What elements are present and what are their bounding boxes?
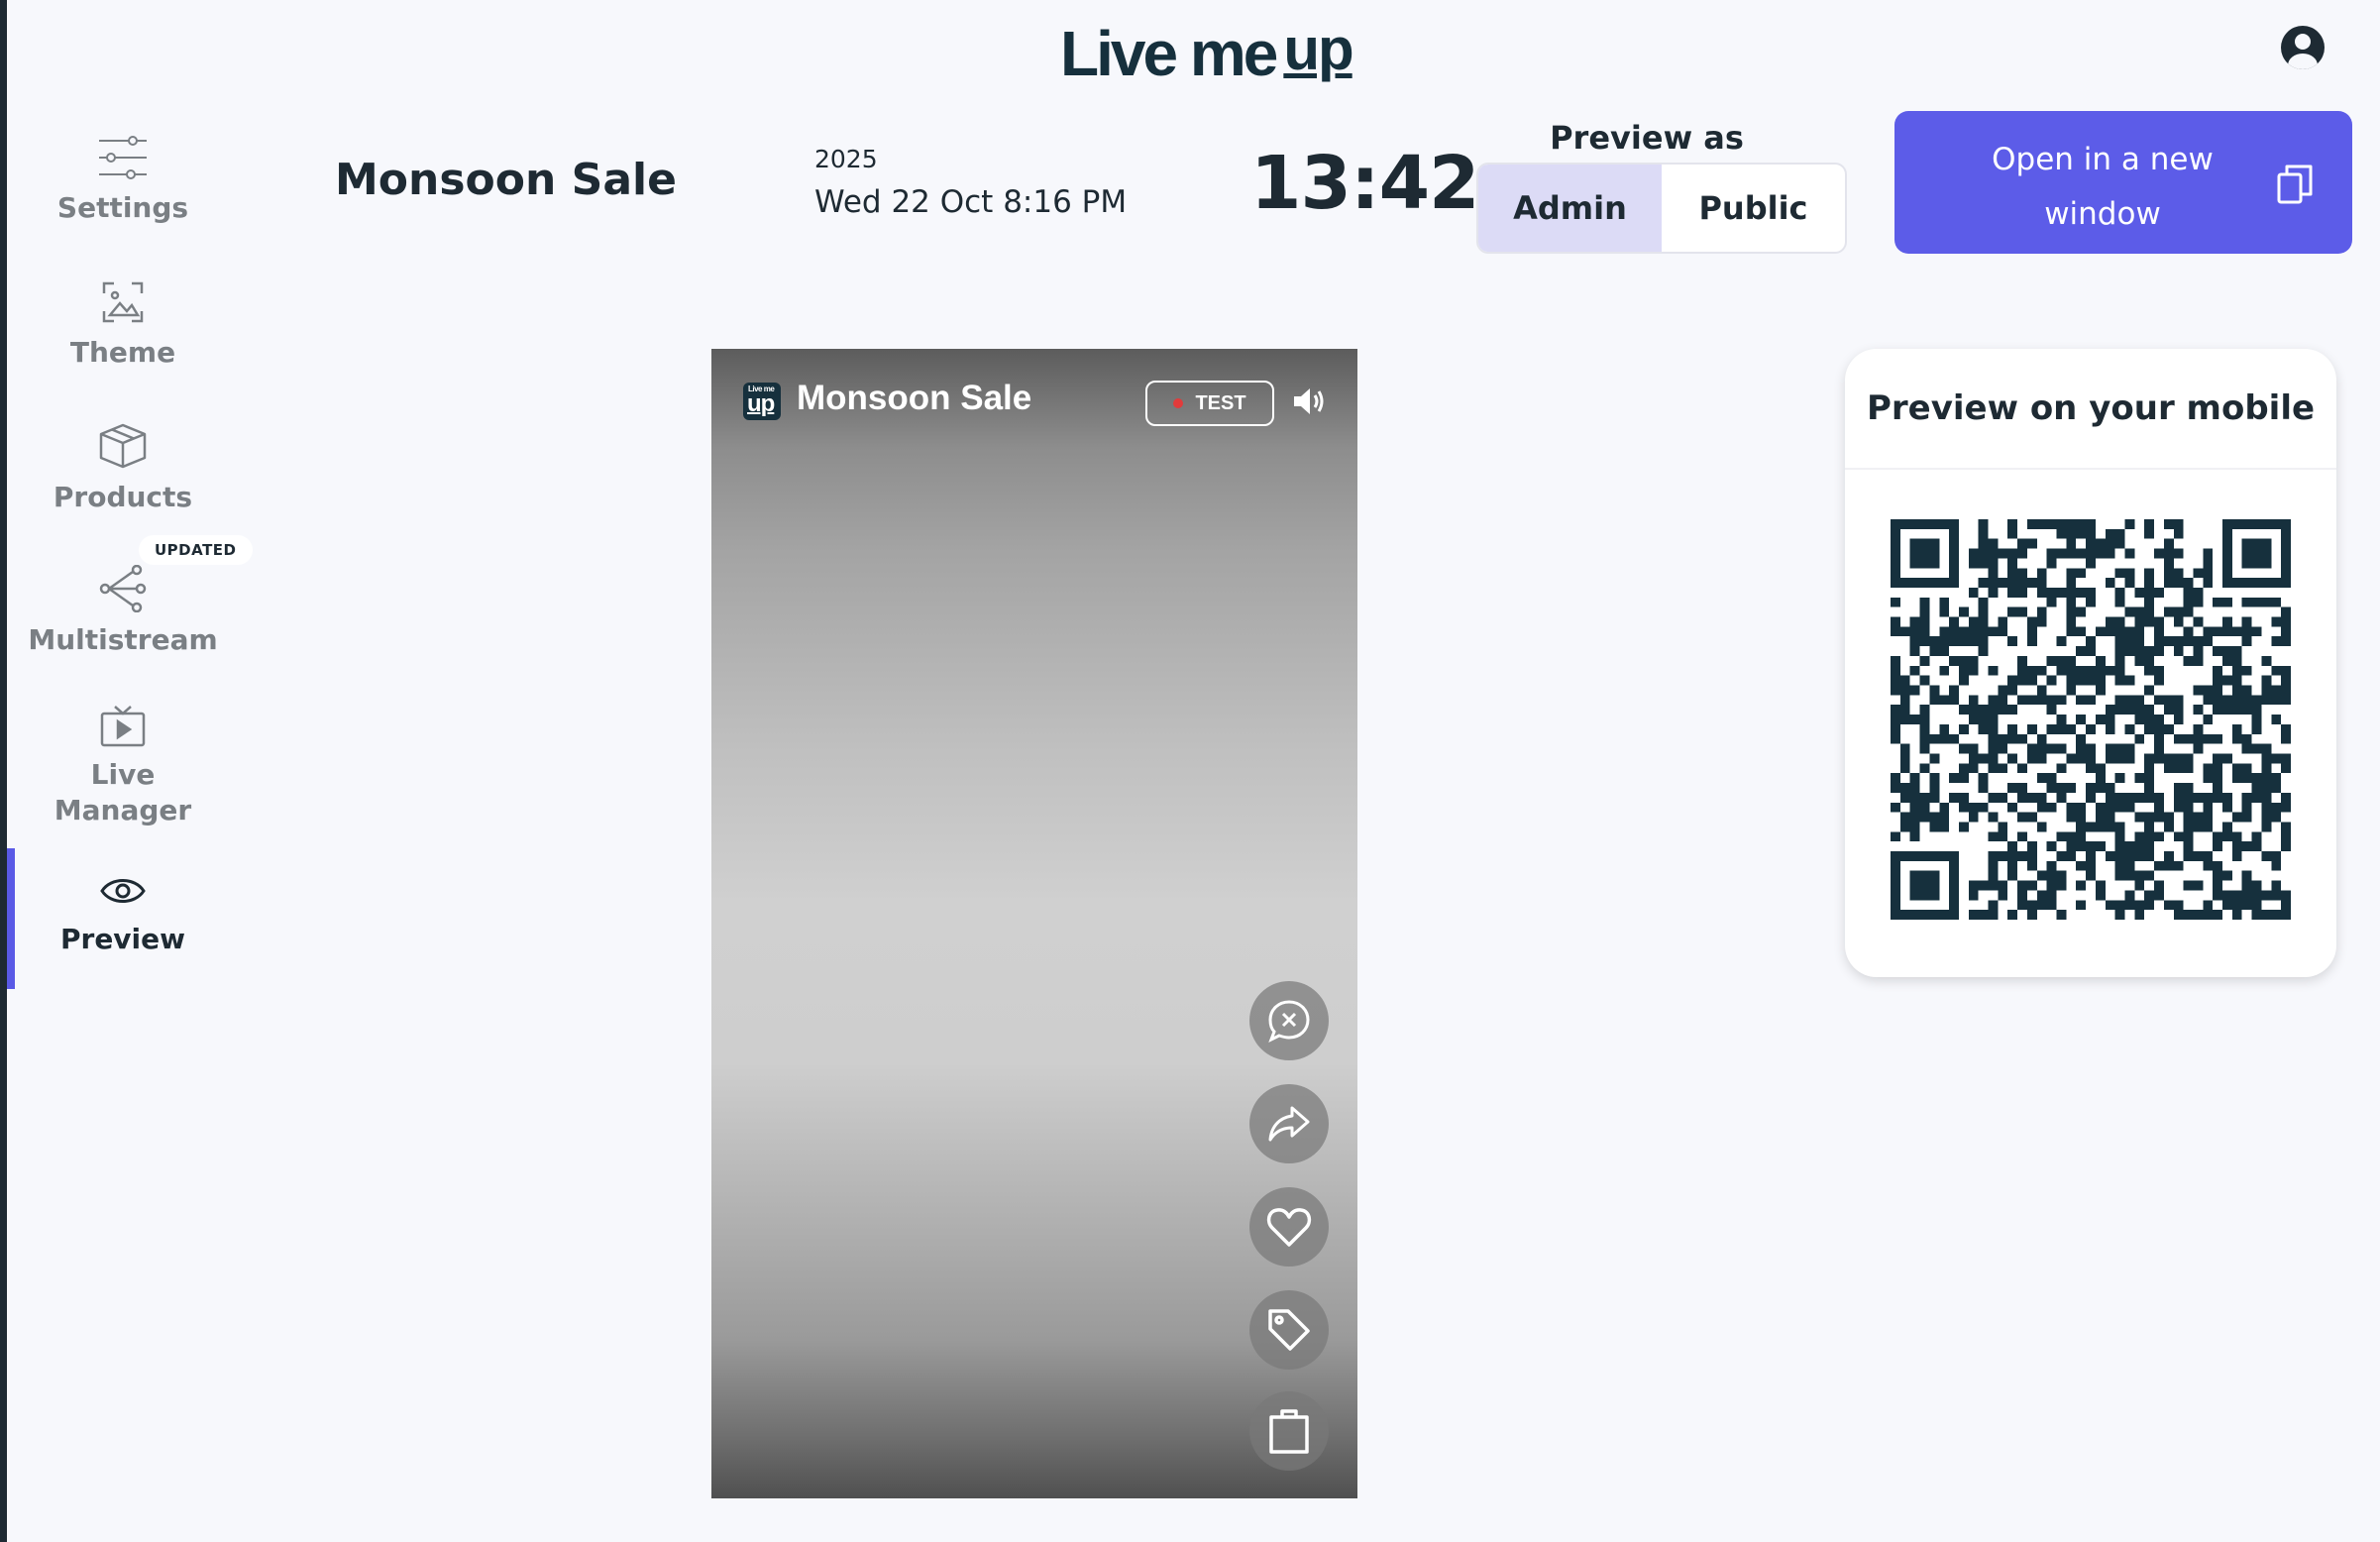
share-icon bbox=[1268, 1106, 1310, 1142]
open-new-window-line2: window bbox=[2044, 196, 2161, 232]
close-chat-icon bbox=[1268, 1000, 1310, 1044]
sliders-icon bbox=[99, 136, 147, 179]
logo-up: up bbox=[1283, 16, 1353, 82]
event-date: Wed 22 Oct 8:16 PM bbox=[814, 184, 1128, 220]
open-new-window-button[interactable]: Open in a new window bbox=[1894, 111, 2352, 254]
phone-preview: Live me up Monsoon Sale TEST bbox=[711, 349, 1357, 1498]
account-icon-head bbox=[2295, 34, 2311, 50]
volume-icon[interactable] bbox=[1292, 386, 1326, 416]
sidebar-item-theme[interactable]: Theme bbox=[0, 279, 246, 371]
heart-icon bbox=[1266, 1208, 1312, 1247]
share-nodes-icon bbox=[99, 565, 147, 612]
event-title: Monsoon Sale bbox=[335, 155, 677, 205]
sidebar-item-label: Products bbox=[53, 481, 193, 513]
active-nav-indicator bbox=[7, 848, 15, 989]
sidebar-item-preview[interactable]: Preview bbox=[0, 874, 246, 957]
mobile-preview-card: Preview on your mobile bbox=[1845, 349, 2336, 977]
sidebar-item-label-line2: Manager bbox=[54, 794, 192, 826]
preview-as-public[interactable]: Public bbox=[1662, 165, 1845, 252]
sidebar-item-label: Preview bbox=[59, 923, 186, 955]
sidebar-item-multistream[interactable]: Multistream bbox=[0, 565, 246, 658]
shopping-bag-button[interactable] bbox=[1249, 1391, 1329, 1471]
sidebar-item-products[interactable]: Products bbox=[0, 422, 246, 515]
open-new-window-line1: Open in a new bbox=[1992, 142, 2214, 177]
sidebar-item-live-manager[interactable]: Live Manager bbox=[0, 704, 246, 828]
account-button[interactable] bbox=[2281, 26, 2325, 69]
tag-icon bbox=[1268, 1309, 1310, 1351]
image-icon bbox=[102, 281, 144, 323]
products-tag-button[interactable] bbox=[1249, 1290, 1329, 1370]
sidebar-item-label: Multistream bbox=[28, 623, 218, 656]
qr-finder-center bbox=[2241, 538, 2272, 569]
test-label: TEST bbox=[1195, 391, 1246, 414]
qr-finder-center bbox=[1909, 870, 1940, 901]
sidebar-item-settings[interactable]: Settings bbox=[0, 135, 246, 226]
event-year: 2025 bbox=[814, 145, 878, 173]
phone-logo-big: up bbox=[747, 390, 775, 417]
qr-finder-center bbox=[1909, 538, 1940, 569]
preview-as-label: Preview as bbox=[1550, 119, 1744, 157]
sidebar-item-label: Settings bbox=[56, 191, 189, 224]
tv-play-icon bbox=[100, 706, 146, 747]
eye-icon bbox=[100, 879, 146, 903]
sidebar-item-label: Live bbox=[90, 758, 156, 791]
preview-as-toggle: Admin Public bbox=[1476, 163, 1847, 254]
close-chat-button[interactable] bbox=[1249, 981, 1329, 1060]
account-icon-body bbox=[2288, 54, 2318, 69]
open-new-window-label: Open in a new window bbox=[1954, 133, 2251, 242]
preview-as-admin[interactable]: Admin bbox=[1478, 165, 1662, 252]
box-icon bbox=[99, 423, 147, 469]
like-button[interactable] bbox=[1249, 1187, 1329, 1267]
phone-logo: Live me up bbox=[743, 383, 781, 420]
sidebar-item-label: Theme bbox=[69, 336, 176, 369]
share-button[interactable] bbox=[1249, 1084, 1329, 1163]
copy-icon bbox=[2277, 165, 2313, 204]
updated-badge: UPDATED bbox=[139, 535, 253, 565]
logo-text: Live me bbox=[1060, 18, 1278, 89]
mobile-preview-title: Preview on your mobile bbox=[1845, 349, 2336, 470]
live-me-up-logo: Live me up bbox=[1060, 14, 1354, 89]
shopping-bag-icon bbox=[1269, 1409, 1309, 1454]
test-badge[interactable]: TEST bbox=[1145, 381, 1274, 426]
countdown-timer: 13:42 bbox=[1250, 141, 1480, 226]
qr-code[interactable] bbox=[1891, 519, 2291, 920]
live-dot bbox=[1173, 398, 1184, 408]
phone-event-title: Monsoon Sale bbox=[797, 379, 1032, 417]
